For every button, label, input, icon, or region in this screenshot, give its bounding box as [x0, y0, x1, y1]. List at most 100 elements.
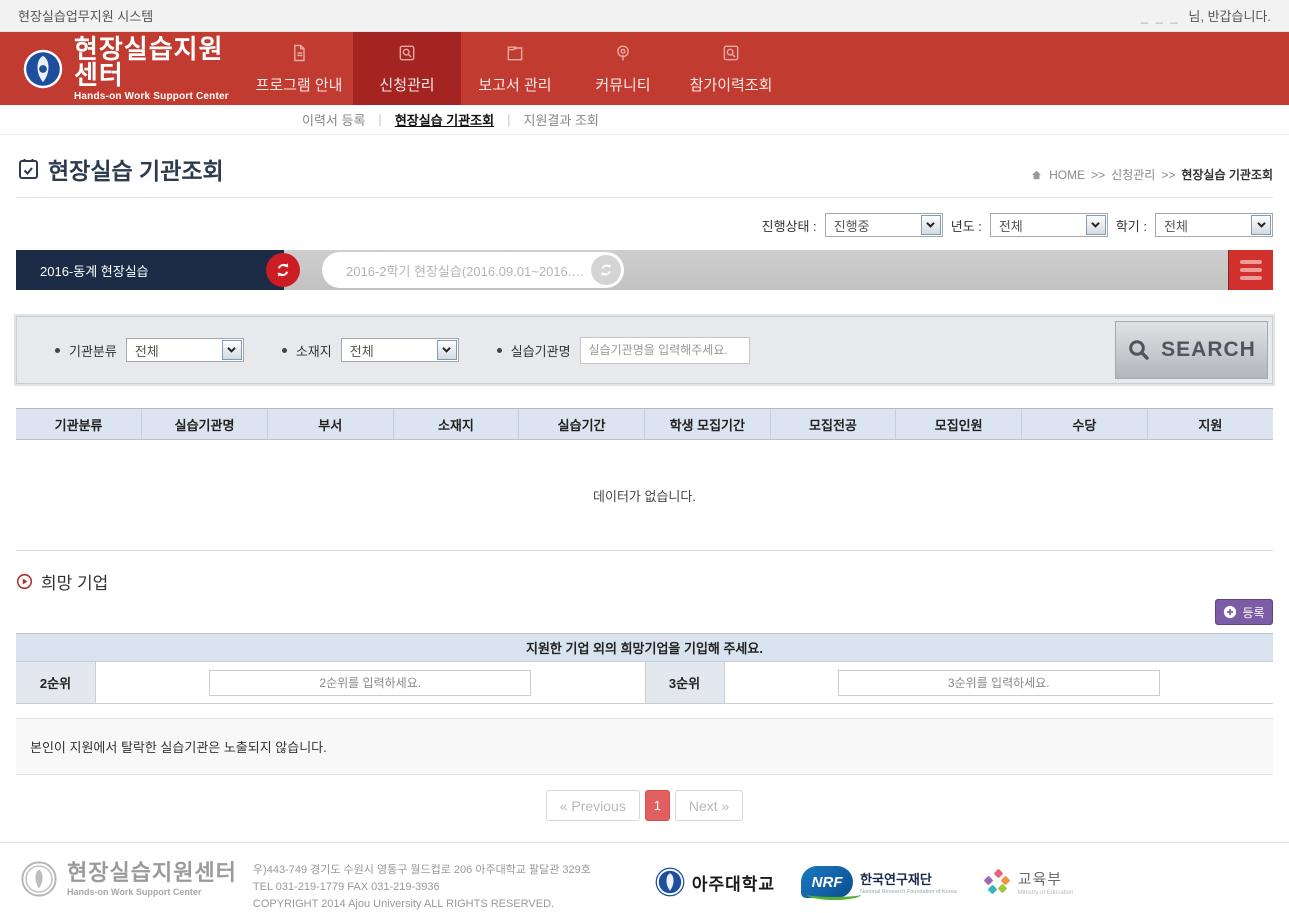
breadcrumb: HOME >> 신청관리 >> 현장실습 기관조회	[1030, 166, 1273, 186]
plus-circle-icon	[1223, 605, 1237, 619]
footer-copyright: COPYRIGHT 2014 Ajou University ALL RIGHT…	[253, 896, 591, 913]
breadcrumb-level1[interactable]: 신청관리	[1111, 166, 1155, 183]
status-label: 진행상태 :	[762, 216, 817, 235]
nrf-logo[interactable]: NRF 한국연구재단 National Research Foundation …	[801, 866, 957, 898]
col-header[interactable]: 수당	[1022, 409, 1148, 440]
location-select[interactable]: 전체	[341, 338, 459, 362]
org-name-filter: 실습기관명	[497, 337, 750, 364]
org-name-input[interactable]	[580, 337, 750, 364]
nav-community[interactable]: 커뮤니티	[569, 32, 677, 105]
footer-logo-subtitle: Hands-on Work Support Center	[67, 887, 237, 897]
category-select[interactable]: 전체	[126, 338, 244, 362]
user-greeting: _ _ _ 님, 반갑습니다.	[1141, 6, 1271, 25]
col-header[interactable]: 실습기관명	[142, 409, 268, 440]
footer-logo-title: 현장실습지원센터	[67, 862, 237, 884]
folder-icon	[505, 43, 525, 67]
rank2-input[interactable]	[209, 670, 531, 696]
chevron-down-icon	[1086, 215, 1106, 235]
logo-title: 현장실습지원센터	[74, 36, 245, 88]
nav-participation-history[interactable]: 참가이력조회	[677, 32, 785, 105]
ajou-university-logo[interactable]: 아주대학교	[655, 867, 775, 897]
ajou-emblem-icon	[655, 867, 685, 897]
location-label: 소재지	[296, 341, 332, 360]
next-page-button[interactable]: Next »	[675, 790, 743, 821]
subnav-separator: |	[378, 112, 381, 127]
year-select[interactable]: 전체	[990, 213, 1108, 237]
rank3-label: 3순위	[645, 662, 725, 703]
footer-address-block: 우)443-749 경기도 수원시 영통구 월드컵로 206 아주대학교 팔달관…	[253, 860, 591, 913]
nav-label: 신청관리	[379, 74, 434, 95]
rank2-label: 2순위	[16, 662, 96, 703]
footer: 현장실습지원센터 Hands-on Work Support Center 우)…	[0, 842, 1289, 913]
footer-address: 우)443-749 경기도 수원시 영통구 월드컵로 206 아주대학교 팔달관…	[253, 862, 591, 879]
register-button[interactable]: 등록	[1215, 599, 1273, 625]
search-icon	[1127, 338, 1151, 362]
program-tab-winter[interactable]: 2016-동계 현장실습	[16, 250, 284, 290]
current-page-button[interactable]: 1	[645, 790, 670, 821]
program-tab-semester2[interactable]: 2016-2학기 현장실습(2016.09.01~2016.…	[322, 252, 624, 288]
refresh-icon[interactable]	[591, 255, 621, 285]
nav-label: 보고서 관리	[478, 74, 551, 95]
col-header[interactable]: 모집인원	[896, 409, 1022, 440]
col-header[interactable]: 소재지	[393, 409, 519, 440]
subnav-separator: |	[507, 112, 510, 127]
sub-nav: 이력서 등록 | 현장실습 기관조회 | 지원결과 조회	[0, 105, 1289, 135]
breadcrumb-home[interactable]: HOME	[1049, 168, 1085, 182]
filter-row: 진행상태 : 진행중 년도 : 전체 학기 : 전체	[16, 198, 1273, 250]
wish-company-table: 지원한 기업 외의 희망기업을 기입해 주세요. 2순위 3순위	[16, 633, 1273, 704]
nrf-badge-icon: NRF	[801, 866, 853, 898]
col-header[interactable]: 실습기간	[519, 409, 645, 440]
subnav-resume-register[interactable]: 이력서 등록	[302, 110, 365, 129]
col-header[interactable]: 학생 모집기간	[644, 409, 770, 440]
user-name-masked: _ _ _	[1141, 9, 1180, 24]
bullet-icon	[55, 348, 60, 353]
col-header[interactable]: 기관분류	[16, 409, 142, 440]
rank2-cell	[96, 662, 645, 703]
previous-page-button[interactable]: « Previous	[546, 790, 640, 821]
logo-subtitle: Hands-on Work Support Center	[74, 91, 245, 102]
col-header[interactable]: 부서	[267, 409, 393, 440]
nav-program-guide[interactable]: 프로그램 안내	[245, 32, 353, 105]
subnav-org-search[interactable]: 현장실습 기관조회	[395, 110, 494, 129]
hamburger-icon	[1240, 260, 1262, 264]
location-filter: 소재지 전체	[282, 338, 459, 362]
play-circle-icon	[16, 573, 33, 590]
nav-report-management[interactable]: 보고서 관리	[461, 32, 569, 105]
broadcast-icon	[613, 43, 633, 67]
col-header[interactable]: 모집전공	[770, 409, 896, 440]
semester-label: 학기 :	[1116, 216, 1147, 235]
document-icon	[289, 43, 309, 67]
wish-section-title: 희망 기업	[16, 569, 1273, 594]
wish-table-header: 지원한 기업 외의 희망기업을 기입해 주세요.	[16, 634, 1273, 662]
notice-box: 본인이 지원에서 탈락한 실습기관은 노출되지 않습니다.	[16, 718, 1273, 775]
year-label: 년도 :	[951, 216, 982, 235]
wish-table-row: 2순위 3순위	[16, 662, 1273, 704]
ministry-of-education-logo[interactable]: 교육부 Ministry of Education	[983, 868, 1074, 896]
rank3-input[interactable]	[838, 670, 1160, 696]
chevron-down-icon	[1251, 215, 1271, 235]
semester-select[interactable]: 전체	[1155, 213, 1273, 237]
category-filter: 기관분류 전체	[55, 338, 244, 362]
col-header[interactable]: 지원	[1147, 409, 1273, 440]
partner-logos: 아주대학교 NRF 한국연구재단 National Research Found…	[655, 860, 1074, 898]
subnav-application-results[interactable]: 지원결과 조회	[524, 110, 599, 129]
search-button[interactable]: SEARCH	[1115, 321, 1268, 379]
chevron-down-icon	[921, 215, 941, 235]
system-title: 현장실습업무지원 시스템	[18, 6, 153, 25]
nav-label: 커뮤니티	[595, 74, 650, 95]
logo-text: 현장실습지원센터 Hands-on Work Support Center	[74, 36, 245, 102]
program-tabbar: 2016-동계 현장실습 2016-2학기 현장실습(2016.09.01~20…	[16, 250, 1273, 290]
category-label: 기관분류	[69, 341, 117, 360]
bullet-icon	[497, 348, 502, 353]
refresh-icon[interactable]	[266, 253, 300, 287]
footer-logo[interactable]: 현장실습지원센터 Hands-on Work Support Center	[20, 860, 237, 898]
site-logo[interactable]: 현장실습지원센터 Hands-on Work Support Center	[0, 32, 245, 105]
chevron-down-icon	[437, 340, 457, 360]
menu-hamburger-button[interactable]	[1228, 250, 1273, 290]
results-table: 기관분류 실습기관명 부서 소재지 실습기간 학생 모집기간 모집전공 모집인원…	[16, 408, 1273, 551]
status-select[interactable]: 진행중	[825, 213, 943, 237]
greeting-text: 님, 반갑습니다.	[1188, 9, 1271, 24]
clipboard-check-icon	[16, 157, 40, 181]
nav-application-management[interactable]: 신청관리	[353, 32, 461, 105]
page-title: 현장실습 기관조회	[16, 152, 224, 186]
